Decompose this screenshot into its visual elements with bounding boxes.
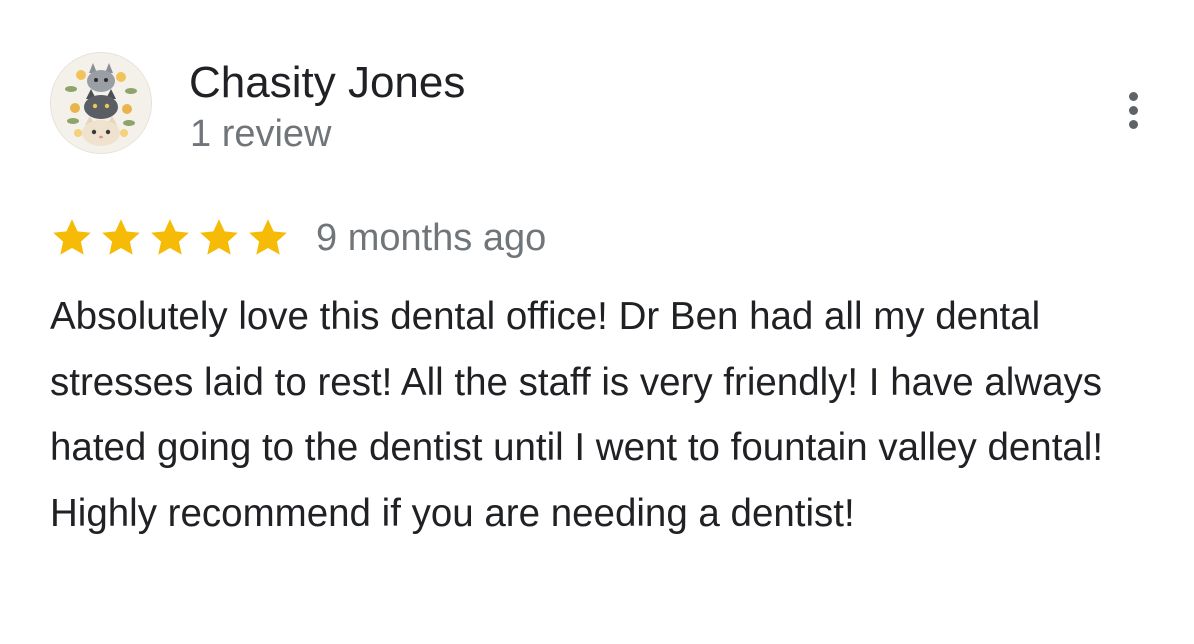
more-vert-icon bbox=[1129, 92, 1138, 101]
avatar[interactable] bbox=[50, 52, 152, 154]
review-text: Absolutely love this dental office! Dr B… bbox=[50, 295, 1104, 535]
review-timestamp: 9 months ago bbox=[316, 217, 547, 259]
review-count[interactable]: 1 review bbox=[190, 112, 332, 156]
rating-row: 9 months ago bbox=[50, 212, 546, 264]
cat-stack-avatar-icon bbox=[51, 53, 151, 153]
star-icon bbox=[102, 219, 140, 255]
star-icon bbox=[249, 219, 287, 255]
review-card: Chasity Jones 1 review 9 months ago Abso… bbox=[0, 0, 1194, 644]
star-icon bbox=[151, 219, 189, 255]
more-options-button[interactable] bbox=[1112, 86, 1156, 134]
more-vert-icon bbox=[1129, 106, 1138, 115]
star-rating bbox=[50, 216, 290, 260]
more-vert-icon bbox=[1129, 120, 1138, 129]
author-name[interactable]: Chasity Jones bbox=[189, 58, 465, 108]
star-icon bbox=[200, 219, 238, 255]
star-icon bbox=[53, 219, 91, 255]
